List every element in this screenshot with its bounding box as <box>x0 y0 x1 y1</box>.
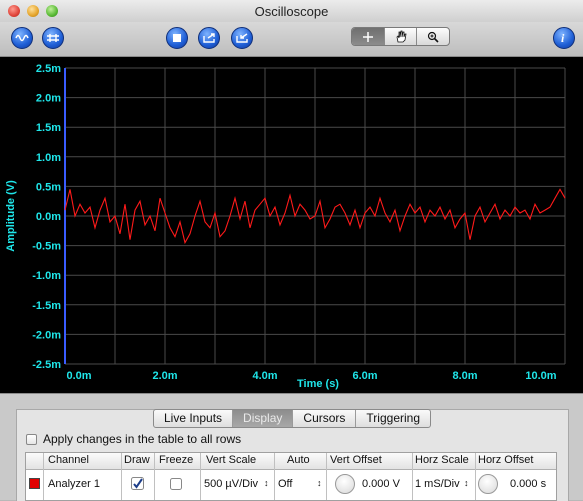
stop-button[interactable] <box>166 27 188 49</box>
channel-color-swatch[interactable] <box>29 478 40 489</box>
tab-cursors[interactable]: Cursors <box>293 410 357 427</box>
y-tick-label: 2.0m <box>36 93 61 105</box>
y-tick-label: -0.5m <box>32 241 61 253</box>
import-button[interactable] <box>231 27 253 49</box>
x-tick-label: 6.0m <box>352 370 377 382</box>
y-tick-label: 1.0m <box>36 152 61 164</box>
bus-icon <box>47 34 59 42</box>
col-auto[interactable]: Auto <box>287 454 310 466</box>
apply-all-checkbox[interactable] <box>26 433 37 445</box>
table-row: Analyzer 1 500 µV/Div ↕ Off ↕ 0.000 V 1 … <box>26 470 556 500</box>
col-horz-scale[interactable]: Horz Scale <box>415 454 469 466</box>
y-tick-label: -1.0m <box>32 270 61 282</box>
y-axis-label: Amplitude (V) <box>5 180 17 252</box>
tab-live-inputs[interactable]: Live Inputs <box>154 410 234 427</box>
export-button[interactable] <box>198 27 220 49</box>
zoom-tool-button[interactable] <box>417 28 449 45</box>
title-bar[interactable]: Oscilloscope <box>0 0 583 23</box>
vert-scale-select[interactable]: 500 µV/Div <box>204 478 258 490</box>
y-tick-label: 0.5m <box>36 181 61 193</box>
crosshair-icon <box>362 31 373 42</box>
export-icon <box>203 33 215 43</box>
hand-tool-button[interactable] <box>385 28 418 45</box>
x-tick-label: 8.0m <box>452 370 477 382</box>
help-icon: i <box>561 32 565 44</box>
table-header: Channel Draw Freeze Vert Scale Auto Vert… <box>26 453 556 470</box>
scope-display[interactable]: 2.5m 2.0m 1.5m 1.0m 0.5m 0.0m -0.5m -1.0m -1.5m -… <box>0 57 583 393</box>
bus-button[interactable] <box>42 27 64 49</box>
channel-table: Channel Draw Freeze Vert Scale Auto Vert… <box>25 452 557 501</box>
hand-icon <box>396 30 406 43</box>
y-tick-label: 2.5m <box>36 63 61 75</box>
waveform-icon <box>15 34 29 42</box>
col-vert-scale[interactable]: Vert Scale <box>206 454 256 466</box>
x-tick-label: 4.0m <box>252 370 277 382</box>
horz-scale-stepper-icon[interactable]: ↕ <box>464 478 469 488</box>
vert-offset-knob[interactable] <box>335 474 355 494</box>
draw-checkbox[interactable] <box>131 477 144 490</box>
vert-scale-stepper-icon[interactable]: ↕ <box>264 478 269 488</box>
y-tick-labels: 2.5m 2.0m 1.5m 1.0m 0.5m 0.0m -0.5m -1.0m -1.5m -… <box>32 63 61 371</box>
import-icon <box>236 33 248 43</box>
horz-offset-value[interactable]: 0.000 s <box>510 478 546 490</box>
tool-mode-segmented-control <box>351 27 450 46</box>
svg-text:i: i <box>561 32 565 44</box>
auto-stepper-icon[interactable]: ↕ <box>317 478 322 488</box>
stop-icon <box>173 34 181 42</box>
crosshair-tool-button[interactable] <box>352 28 385 45</box>
waveform-button[interactable] <box>11 27 33 49</box>
x-tick-label: 0.0m <box>66 370 91 382</box>
y-tick-label: 0.0m <box>36 211 61 223</box>
x-axis-label: Time (s) <box>297 378 339 390</box>
channel-name: Analyzer 1 <box>48 478 100 490</box>
x-tick-label: 10.0m <box>525 370 556 382</box>
horz-scale-select[interactable]: 1 mS/Div <box>415 478 460 490</box>
apply-all-label: Apply changes in the table to all rows <box>43 432 242 446</box>
y-tick-label: -2.5m <box>32 359 61 371</box>
oscilloscope-chart[interactable]: 2.5m 2.0m 1.5m 1.0m 0.5m 0.0m -0.5m -1.0m -1.5m -… <box>0 57 583 393</box>
col-channel[interactable]: Channel <box>48 454 89 466</box>
col-draw[interactable]: Draw <box>124 454 150 466</box>
y-tick-label: 1.5m <box>36 122 61 134</box>
help-button[interactable]: i <box>553 27 575 49</box>
apply-all-row: Apply changes in the table to all rows <box>26 432 241 446</box>
tab-display[interactable]: Display <box>233 410 294 427</box>
col-horz-offset[interactable]: Horz Offset <box>478 454 533 466</box>
col-freeze[interactable]: Freeze <box>159 454 193 466</box>
vert-offset-value[interactable]: 0.000 V <box>362 478 400 490</box>
auto-select[interactable]: Off <box>278 478 292 490</box>
window-title: Oscilloscope <box>254 4 329 19</box>
col-vert-offset[interactable]: Vert Offset <box>330 454 382 466</box>
zoom-icon <box>428 31 439 43</box>
toolbar: i <box>0 22 583 57</box>
oscilloscope-window: Oscilloscope i 2.5m 2.0m 1.5m 1.0m 0.5m … <box>0 0 583 501</box>
horz-offset-knob[interactable] <box>478 474 498 494</box>
y-tick-label: -2.0m <box>32 329 61 341</box>
tab-triggering[interactable]: Triggering <box>356 410 430 427</box>
freeze-checkbox[interactable] <box>170 478 182 490</box>
y-tick-label: -1.5m <box>32 300 61 312</box>
panel-tab-bar: Live Inputs Display Cursors Triggering <box>153 409 431 428</box>
x-tick-label: 2.0m <box>152 370 177 382</box>
